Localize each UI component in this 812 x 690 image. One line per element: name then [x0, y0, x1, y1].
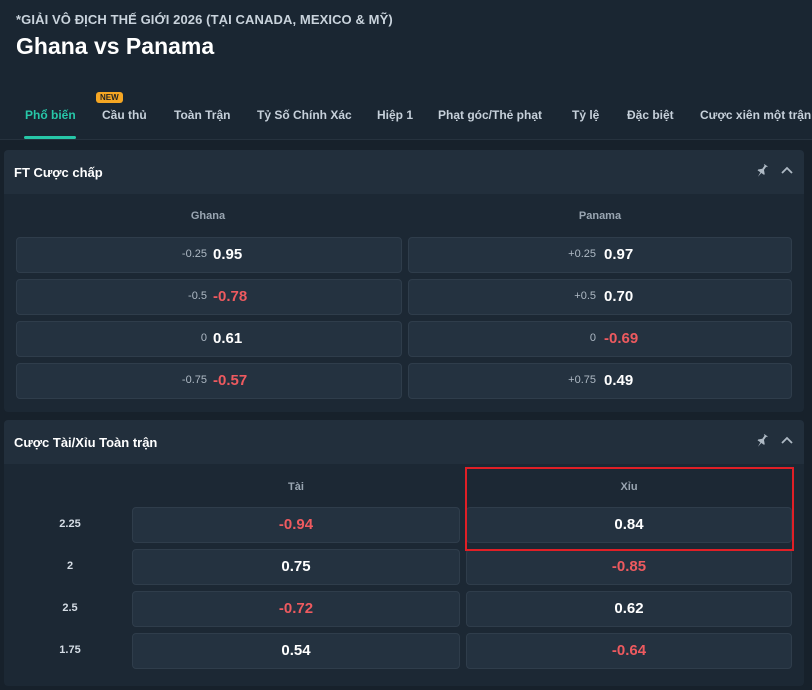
odds-cell-home[interactable]: -0.5 -0.78 — [16, 279, 402, 315]
odds-cell-away[interactable]: +0.75 0.49 — [408, 363, 792, 399]
handicap-line: -0.25 — [181, 248, 207, 260]
over-header: Tài — [288, 481, 304, 493]
total-line: 1.75 — [59, 644, 81, 656]
odds-price: 0.70 — [604, 288, 634, 305]
odds-cell-home[interactable]: 0 0.61 — [16, 321, 402, 357]
total-line: 2.25 — [59, 518, 81, 530]
market-tabs: Phổ biến NEW Cầu thủ Toàn Trận Tỷ Số Chí… — [0, 92, 812, 140]
match-title: Ghana vs Panama — [16, 33, 215, 59]
total-line: 2 — [66, 560, 74, 572]
highlight-box — [465, 467, 794, 551]
tab-ty-so-chinh-xac[interactable]: Tỷ Số Chính Xác — [257, 108, 352, 122]
odds-cell-under[interactable]: 0.62 — [466, 591, 792, 627]
panel-title: FT Cược chấp — [14, 165, 103, 180]
odds-price: 0.61 — [213, 330, 243, 347]
tab-pho-bien[interactable]: Phổ biến — [25, 108, 76, 122]
chevron-up-icon[interactable] — [780, 434, 794, 448]
odds-price: 0.95 — [213, 246, 243, 263]
match-header: *GIẢI VÔ ĐỊCH THẾ GIỚI 2026 (TẠI CANADA,… — [0, 0, 812, 140]
odds-cell-over[interactable]: -0.94 — [132, 507, 460, 543]
odds-price: -0.57 — [213, 372, 248, 389]
home-team-header: Ghana — [190, 210, 226, 222]
odds-price: -0.78 — [213, 288, 248, 305]
tab-phat-goc[interactable]: Phạt góc/Thẻ phạt — [438, 108, 542, 122]
odds-cell-away[interactable]: +0.25 0.97 — [408, 237, 792, 273]
odds-price: -0.85 — [611, 558, 647, 575]
pin-icon[interactable] — [754, 163, 770, 179]
new-badge: NEW — [96, 92, 123, 103]
chevron-up-icon[interactable] — [780, 164, 794, 178]
tab-cuoc-xien[interactable]: Cược xiên một trận — [700, 108, 811, 122]
odds-cell-home[interactable]: -0.75 -0.57 — [16, 363, 402, 399]
tab-cau-thu[interactable]: Cầu thủ — [102, 108, 147, 122]
tab-hiep-1[interactable]: Hiệp 1 — [377, 108, 413, 122]
odds-cell-over[interactable]: -0.72 — [132, 591, 460, 627]
pin-icon[interactable] — [754, 433, 770, 449]
odds-cell-over[interactable]: 0.54 — [132, 633, 460, 669]
handicap-line: +0.25 — [568, 248, 596, 260]
panel-title: Cược Tài/Xỉu Toàn trận — [14, 435, 158, 450]
away-team-header: Panama — [578, 210, 622, 222]
odds-cell-over[interactable]: 0.75 — [132, 549, 460, 585]
tab-ty-le[interactable]: Tỷ lệ — [572, 108, 599, 122]
odds-price: 0.75 — [281, 558, 311, 575]
handicap-line: +0.5 — [574, 290, 596, 302]
odds-cell-under[interactable]: -0.85 — [466, 549, 792, 585]
odds-cell-away[interactable]: +0.5 0.70 — [408, 279, 792, 315]
handicap-panel-header[interactable]: FT Cược chấp — [4, 150, 804, 194]
tab-dac-biet[interactable]: Đặc biệt — [627, 108, 674, 122]
handicap-line: -0.5 — [188, 290, 207, 302]
total-line: 2.5 — [62, 602, 78, 614]
odds-cell-under[interactable]: -0.64 — [466, 633, 792, 669]
odds-price: 0.62 — [614, 600, 644, 617]
handicap-line: 0 — [589, 332, 596, 344]
overunder-panel-header[interactable]: Cược Tài/Xỉu Toàn trận — [4, 420, 804, 464]
odds-price: -0.69 — [604, 330, 639, 347]
odds-price: 0.54 — [281, 642, 311, 659]
overunder-panel: Cược Tài/Xỉu Toàn trận Tài Xỉu 2.25 -0.9… — [4, 420, 804, 686]
league-name: *GIẢI VÔ ĐỊCH THẾ GIỚI 2026 (TẠI CANADA,… — [16, 12, 393, 27]
active-tab-indicator — [24, 136, 76, 139]
handicap-line: +0.75 — [568, 374, 596, 386]
odds-price: -0.94 — [278, 516, 314, 533]
odds-cell-away[interactable]: 0 -0.69 — [408, 321, 792, 357]
handicap-panel: FT Cược chấp Ghana Panama -0.25 0.95 +0.… — [4, 150, 804, 412]
odds-price: -0.72 — [278, 600, 314, 617]
odds-price: -0.64 — [611, 642, 647, 659]
odds-cell-home[interactable]: -0.25 0.95 — [16, 237, 402, 273]
odds-price: 0.49 — [604, 372, 634, 389]
handicap-line: 0 — [200, 332, 207, 344]
odds-price: 0.97 — [604, 246, 634, 263]
handicap-line: -0.75 — [181, 374, 207, 386]
tab-toan-tran[interactable]: Toàn Trận — [174, 108, 230, 122]
